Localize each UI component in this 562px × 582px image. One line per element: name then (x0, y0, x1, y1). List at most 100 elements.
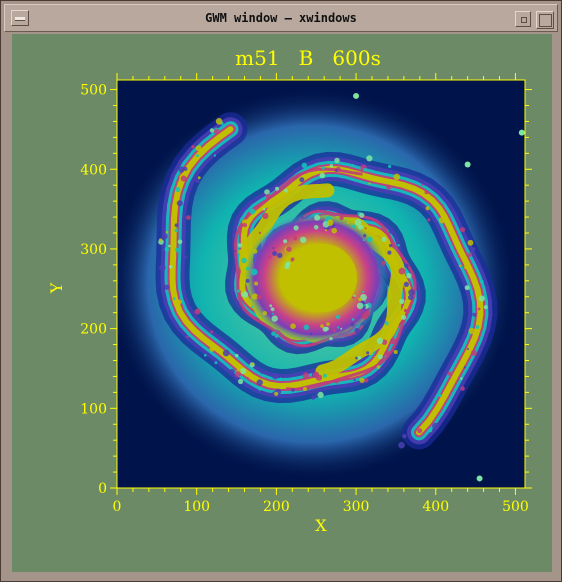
star-knot (404, 263, 409, 268)
star-knot (384, 350, 390, 356)
star-knot (258, 231, 261, 234)
star-knot (313, 225, 319, 230)
star-knot (384, 321, 389, 326)
star-knot (164, 284, 170, 290)
star-knot (334, 378, 340, 384)
star-knot (331, 227, 338, 234)
star-knot (334, 157, 340, 164)
star-knot (249, 380, 252, 383)
title-bar[interactable]: GWM window – xwindows (4, 4, 558, 32)
star-knot (464, 264, 469, 270)
star-knot (262, 311, 267, 316)
star-knot (203, 353, 207, 357)
star-knot (303, 387, 307, 391)
star-knot (477, 307, 481, 311)
star-knot (169, 265, 173, 269)
star-knot (293, 225, 299, 231)
star-knot (303, 324, 310, 331)
star-knot (364, 378, 369, 383)
star-knot (165, 230, 169, 234)
star-knot (209, 346, 215, 352)
star-knot (158, 238, 163, 242)
star-knot (164, 247, 170, 252)
star-knot (458, 264, 462, 268)
star-knot (174, 223, 179, 228)
star-knot (475, 325, 480, 329)
star-knot (388, 169, 393, 174)
star-knot (350, 322, 355, 327)
star-knot (162, 233, 168, 240)
star-knot (285, 261, 291, 267)
star-knot (317, 391, 324, 398)
star-knot (237, 289, 240, 293)
star-knot (310, 332, 313, 335)
star-knot (209, 128, 215, 133)
star-knot (406, 273, 412, 279)
star-knot (195, 154, 199, 158)
star-knot (245, 278, 250, 283)
star-knot (339, 215, 344, 221)
star-knot (388, 164, 392, 168)
star-knot (238, 249, 243, 255)
star-knot (432, 422, 439, 430)
star-knot (197, 308, 201, 312)
star-knot (322, 326, 328, 332)
star-knot (381, 260, 386, 266)
galaxy-nucleus (289, 244, 357, 312)
star-knot (366, 351, 370, 355)
foreground-star (353, 92, 360, 99)
star-knot (272, 251, 278, 256)
star-knot (355, 356, 358, 360)
star-knot (362, 238, 365, 242)
star-knot (195, 178, 200, 184)
star-knot (274, 391, 279, 396)
star-knot (376, 365, 381, 369)
star-knot (464, 285, 470, 291)
star-knot (351, 318, 355, 321)
star-knot (284, 188, 288, 193)
star-knot (387, 250, 392, 255)
star-knot (471, 247, 476, 252)
star-knot (183, 255, 188, 259)
gwm-window: GWM window – xwindows 0 100 200 300 400 … (0, 0, 562, 582)
star-knot (240, 268, 246, 274)
star-knot (290, 323, 296, 330)
star-knot (177, 299, 182, 305)
star-knot (408, 289, 415, 296)
y-axis-label: Y (47, 282, 66, 294)
minimize-icon[interactable] (515, 11, 531, 27)
star-knot (389, 244, 393, 248)
star-knot (250, 268, 258, 276)
star-knot (210, 330, 214, 334)
star-knot (424, 190, 429, 195)
star-knot (174, 228, 179, 233)
star-knot (343, 372, 346, 375)
window-title: GWM window – xwindows (205, 11, 357, 25)
star-knot (327, 219, 334, 226)
star-knot (447, 371, 452, 376)
star-knot (301, 216, 304, 219)
x-tick-label: 300 (343, 499, 370, 515)
star-knot (191, 145, 195, 149)
star-knot (366, 155, 373, 162)
star-knot (279, 377, 282, 380)
star-knot (335, 314, 341, 320)
star-knot (363, 168, 367, 172)
y-tick-label: 100 (80, 401, 107, 417)
star-knot (186, 335, 189, 338)
star-knot (354, 327, 360, 334)
star-knot (425, 206, 430, 211)
star-knot (238, 378, 244, 385)
star-knot (268, 256, 272, 259)
maximize-icon[interactable] (536, 11, 554, 29)
star-knot (463, 366, 467, 369)
star-knot (277, 252, 283, 259)
star-knot (242, 222, 247, 228)
star-knot (351, 163, 354, 167)
star-knot (472, 312, 477, 317)
chart-title: m51 B 600s (235, 46, 381, 70)
y-tick-label: 500 (80, 83, 107, 99)
foreground-star (464, 161, 471, 168)
star-knot (291, 388, 295, 392)
star-knot (249, 208, 256, 215)
